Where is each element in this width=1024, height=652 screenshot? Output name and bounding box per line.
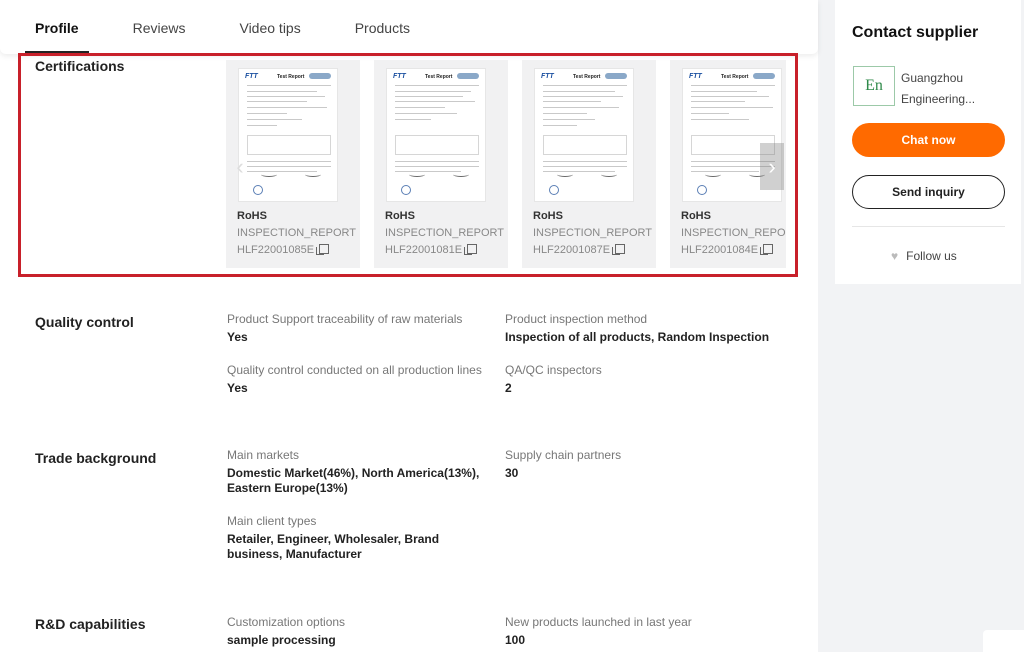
field-label: QA/QC inspectors <box>505 363 602 377</box>
certificate-thumbnail[interactable]: FTT Test Report <box>534 68 634 202</box>
field-label: Main client types <box>227 514 317 528</box>
certificate-card[interactable]: FTT Test Report RoHS INSPECTION_REPORT H… <box>522 60 656 268</box>
field-label: Main markets <box>227 448 300 462</box>
carousel-prev-icon[interactable]: ‹ <box>228 143 252 190</box>
field-label: Quality control conducted on all product… <box>227 363 482 377</box>
field-value: Yes <box>227 330 248 344</box>
copy-icon[interactable] <box>760 244 774 255</box>
certifications-title: Certifications <box>35 58 125 74</box>
certificate-code: HLF22001081E <box>385 244 478 256</box>
certificate-thumbnail[interactable]: FTT Test Report <box>238 68 338 202</box>
seal-icon <box>697 185 707 195</box>
field-value: Inspection of all products, Random Inspe… <box>505 330 770 344</box>
field-label: Product Support traceability of raw mate… <box>227 312 463 326</box>
supplier-name-line2: Engineering... <box>901 92 976 106</box>
trade-background-title: Trade background <box>35 450 157 466</box>
certificate-thumbnail[interactable]: FTT Test Report <box>386 68 486 202</box>
report-header: Test Report <box>573 74 601 80</box>
report-header: Test Report <box>425 74 453 80</box>
certificate-type: RoHS <box>385 210 415 222</box>
certificate-type: RoHS <box>681 210 711 222</box>
certificate-type: RoHS <box>533 210 563 222</box>
field-value: Retailer, Engineer, Wholesaler, Brand bu… <box>227 532 440 561</box>
certificate-name: INSPECTION_REPORT <box>237 227 356 239</box>
field-value: sample processing <box>227 633 336 647</box>
tab-products[interactable]: Products <box>355 0 410 54</box>
supplier-logo[interactable]: En <box>853 66 895 106</box>
tab-bar: Profile Reviews Video tips Products <box>0 0 818 54</box>
supplier-name[interactable]: Guangzhou Engineering... <box>901 68 975 110</box>
profile-panel: Profile Reviews Video tips Products Cert… <box>0 0 818 652</box>
certificate-code: HLF22001084E <box>681 244 774 256</box>
report-logo: FTT <box>541 73 554 80</box>
field-value: Domestic Market(46%), North America(13%)… <box>227 466 480 495</box>
accreditation-badge-icon <box>753 73 775 79</box>
field-label: Product inspection method <box>505 312 648 326</box>
rd-capabilities-title: R&D capabilities <box>35 616 146 632</box>
certificate-name: INSPECTION_REPORT <box>533 227 652 239</box>
field-label: New products launched in last year <box>505 615 692 629</box>
seal-icon <box>401 185 411 195</box>
seal-icon <box>549 185 559 195</box>
field-label: Supply chain partners <box>505 448 622 462</box>
floating-widget[interactable] <box>983 630 1024 652</box>
certifications-carousel: FTT Test Report RoHS INSPECTION_REPORT H… <box>226 60 786 268</box>
accreditation-badge-icon <box>605 73 627 79</box>
certificate-type: RoHS <box>237 210 267 222</box>
field-value: 100 <box>505 633 526 647</box>
carousel-next-icon[interactable]: › <box>760 143 784 190</box>
tab-reviews[interactable]: Reviews <box>133 0 186 54</box>
copy-icon[interactable] <box>316 244 330 255</box>
certificate-card[interactable]: FTT Test Report RoHS INSPECTION_REPORT H… <box>374 60 508 268</box>
seal-icon <box>253 185 263 195</box>
send-inquiry-button[interactable]: Send inquiry <box>852 175 1005 209</box>
follow-us-label: Follow us <box>906 249 957 263</box>
copy-icon[interactable] <box>464 244 478 255</box>
field-value: Yes <box>227 381 248 395</box>
report-header: Test Report <box>277 74 305 80</box>
report-logo: FTT <box>245 73 258 80</box>
tab-profile[interactable]: Profile <box>25 0 89 54</box>
certificate-code: HLF22001087E <box>533 244 626 256</box>
certificate-code: HLF22001085E <box>237 244 330 256</box>
chat-now-button[interactable]: Chat now <box>852 123 1005 157</box>
report-logo: FTT <box>393 73 406 80</box>
field-value: 2 <box>505 381 512 395</box>
divider <box>852 226 1005 227</box>
field-value: 30 <box>505 466 519 480</box>
quality-control-title: Quality control <box>35 314 134 330</box>
supplier-name-line1: Guangzhou <box>901 71 964 85</box>
follow-us-button[interactable]: ♥ Follow us <box>891 249 957 263</box>
accreditation-badge-icon <box>309 73 331 79</box>
contact-supplier-title: Contact supplier <box>852 24 979 41</box>
tab-video-tips[interactable]: Video tips <box>239 0 300 54</box>
contact-supplier-panel: Contact supplier En Guangzhou Engineerin… <box>835 0 1021 284</box>
field-label: Customization options <box>227 615 346 629</box>
accreditation-badge-icon <box>457 73 479 79</box>
certificate-name: INSPECTION_REPORT <box>385 227 504 239</box>
copy-icon[interactable] <box>612 244 626 255</box>
heart-icon: ♥ <box>891 249 899 263</box>
report-header: Test Report <box>721 74 749 80</box>
certificate-name: INSPECTION_REPOR <box>681 227 786 239</box>
report-logo: FTT <box>689 73 702 80</box>
